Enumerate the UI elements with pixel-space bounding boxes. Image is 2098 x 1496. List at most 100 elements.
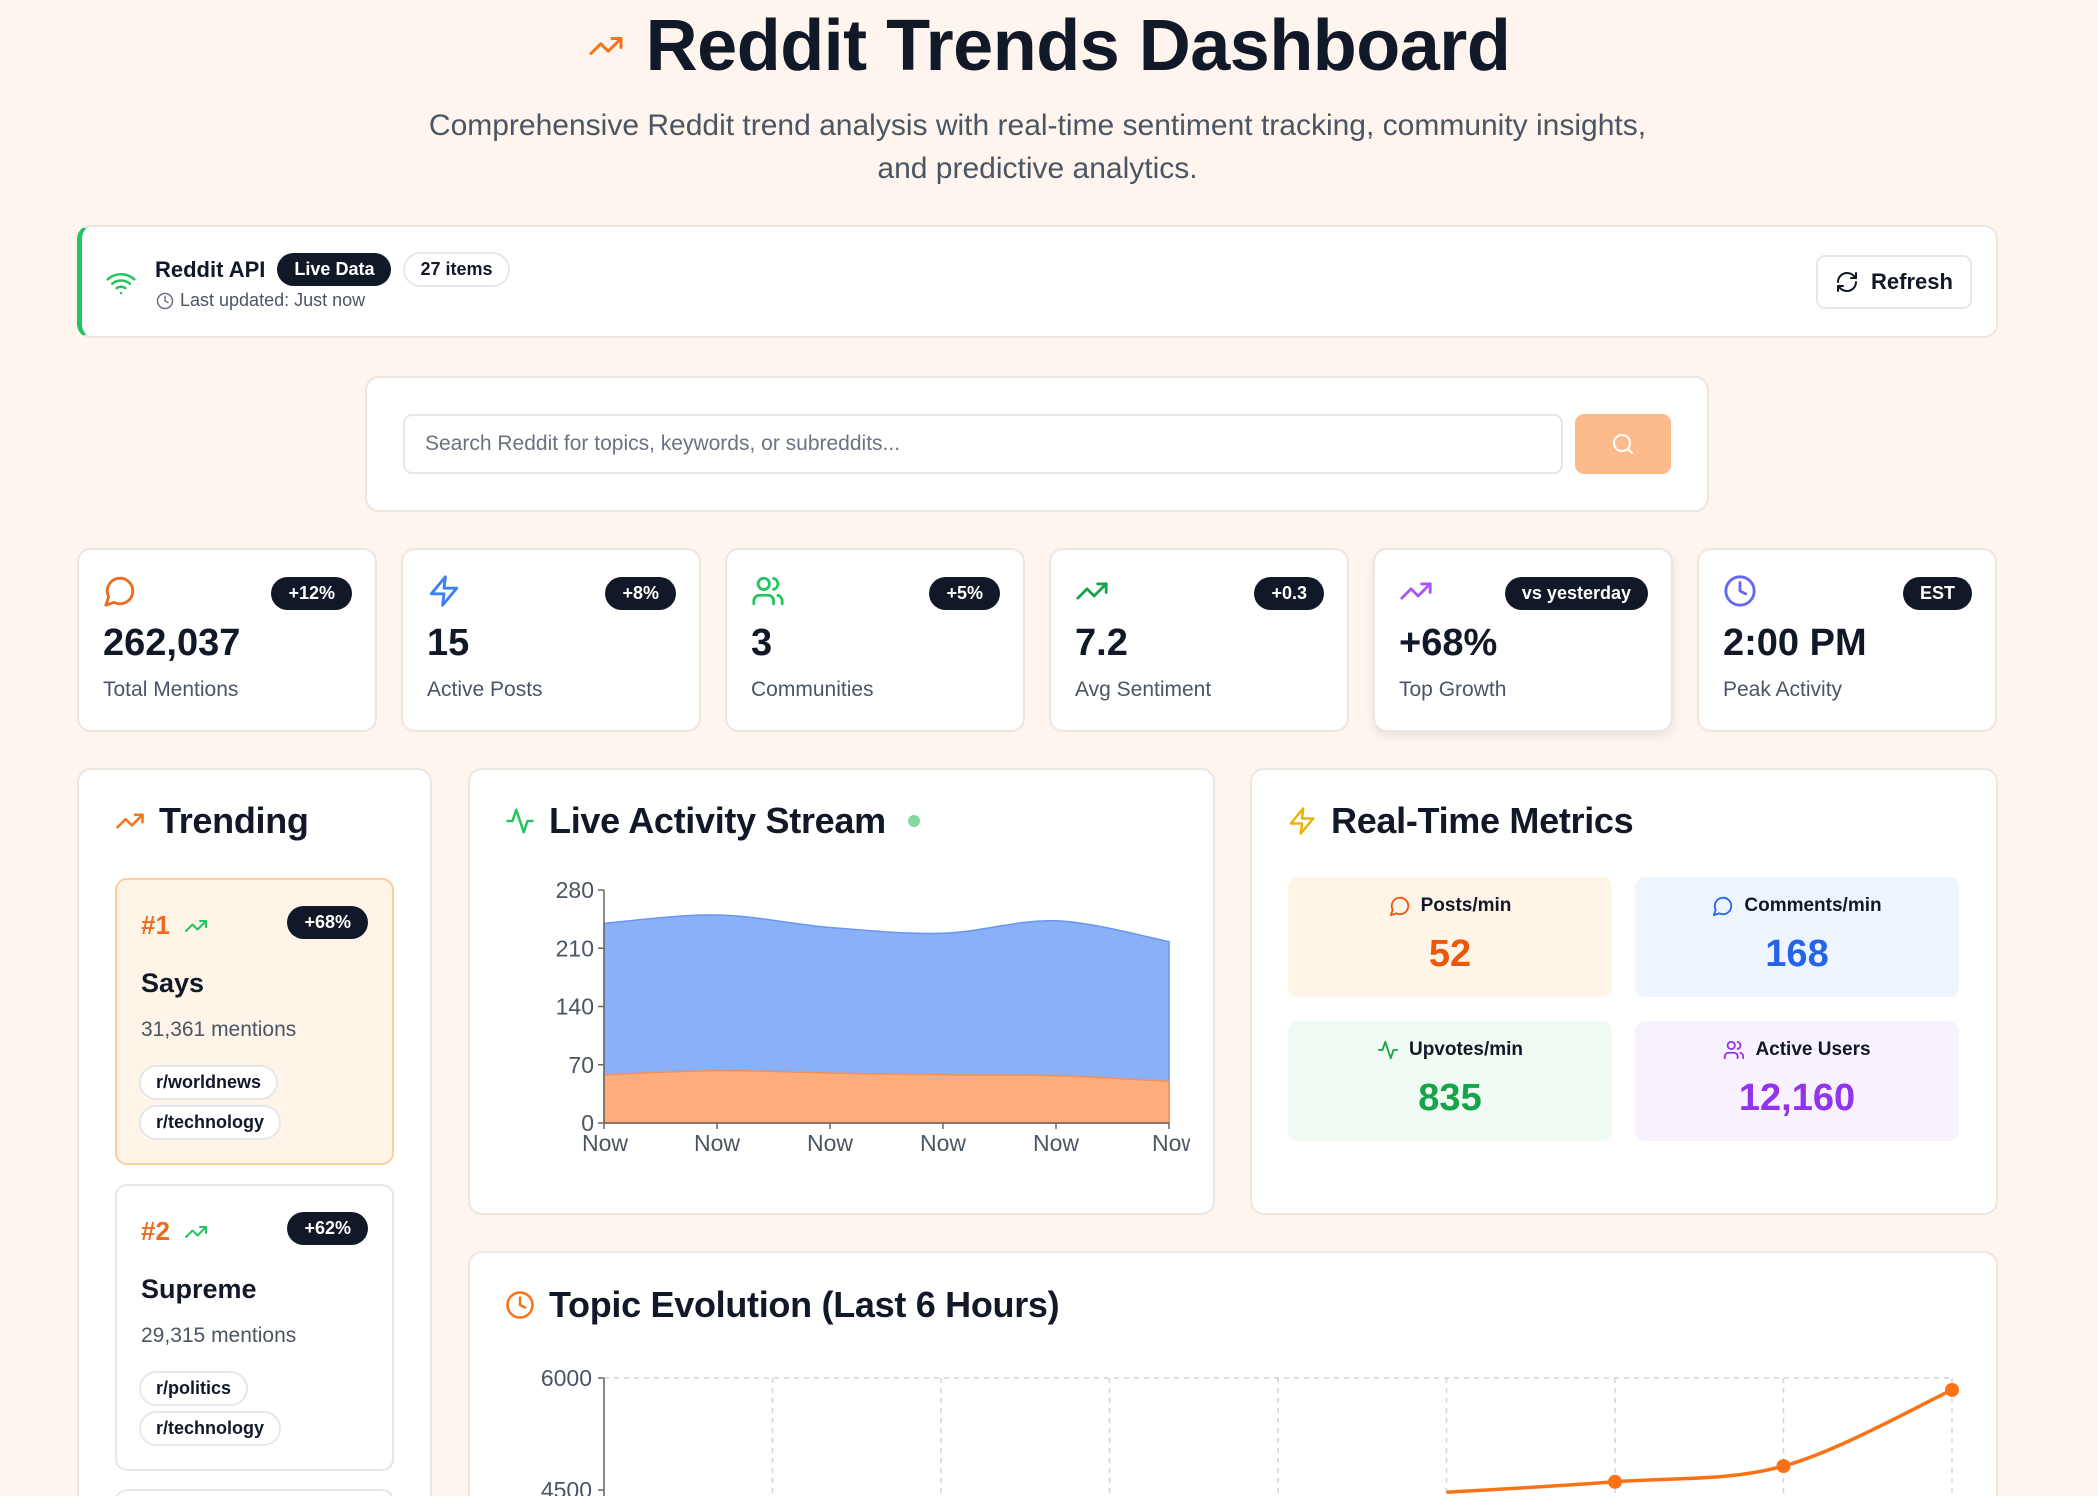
stat-badge: +12% — [271, 577, 352, 610]
trending-item[interactable]: #1 +68% Says 31,361 mentions r/worldnews… — [115, 878, 394, 1165]
zap-icon — [1289, 807, 1315, 835]
message-circle-icon — [104, 576, 135, 607]
x-tick-label: Now — [694, 1130, 740, 1156]
stat-badge: +5% — [929, 577, 1000, 610]
stat-card-communities: +5% 3 Communities — [725, 548, 1025, 732]
subreddit-tag[interactable]: r/politics — [139, 1371, 249, 1406]
stat-badge: +0.3 — [1254, 577, 1324, 610]
clock-icon — [1724, 575, 1756, 607]
refresh-icon — [1837, 272, 1858, 292]
trending-up-icon — [185, 1226, 207, 1238]
x-tick-label: Now — [582, 1130, 628, 1156]
items-count-badge: 27 items — [403, 252, 510, 287]
trending-up-icon — [1400, 582, 1432, 600]
trend-name: Supreme — [141, 1274, 257, 1304]
stat-card-avg-sentiment: +0.3 7.2 Avg Sentiment — [1049, 548, 1349, 732]
subreddit-tag[interactable]: r/worldnews — [139, 1065, 279, 1100]
trend-rank: #2 — [141, 1216, 170, 1246]
live-data-badge: Live Data — [277, 253, 392, 286]
stat-label: Active Posts — [427, 678, 543, 701]
stat-value: 3 — [751, 622, 773, 664]
metric-active-users: Active Users 12,160 — [1635, 1021, 1959, 1141]
trending-title: Trending — [159, 800, 309, 841]
topic-point — [1776, 1459, 1791, 1474]
last-updated: Last updated: Just now — [180, 290, 366, 310]
stat-label: Peak Activity — [1723, 678, 1843, 701]
stat-badge: +8% — [605, 577, 676, 610]
clock-icon — [156, 292, 174, 309]
topic-point — [1608, 1474, 1622, 1489]
x-tick-label: Now — [807, 1130, 853, 1156]
y-tick-label: 6000 — [541, 1365, 592, 1391]
trending-header: Trending — [115, 800, 309, 842]
subreddit-tag[interactable]: r/technology — [139, 1411, 282, 1446]
topic-evolution-header: Topic Evolution (Last 6 Hours) — [505, 1284, 1060, 1326]
stat-label: Total Mentions — [103, 678, 239, 701]
x-tick-label: Now — [1033, 1130, 1079, 1156]
wifi-icon — [106, 273, 136, 295]
activity-icon — [506, 808, 534, 834]
y-tick-label: 280 — [556, 877, 594, 903]
metric-upvotes-per-min: Upvotes/min 835 — [1288, 1021, 1612, 1141]
page-title: Reddit Trends Dashboard — [645, 6, 1511, 86]
trend-growth-badge: +62% — [287, 1212, 368, 1245]
metric-label: Upvotes/min — [1408, 1039, 1524, 1060]
x-tick-label: Now — [1152, 1130, 1190, 1156]
zap-icon — [429, 575, 459, 607]
trending-item[interactable] — [115, 1489, 394, 1496]
y-tick-label: 140 — [556, 994, 594, 1020]
metric-label: Comments/min — [1744, 895, 1882, 916]
stat-label: Communities — [751, 678, 874, 701]
stat-label: Top Growth — [1399, 678, 1507, 701]
clock-icon — [506, 1291, 534, 1319]
trending-up-icon — [589, 37, 623, 55]
subreddit-tag[interactable]: r/technology — [139, 1105, 282, 1140]
trending-item[interactable]: #2 +62% Supreme 29,315 mentions r/politi… — [115, 1184, 394, 1471]
y-tick-label: 210 — [556, 935, 594, 961]
metric-value: 12,160 — [1738, 1077, 1856, 1119]
metric-label: Posts/min — [1420, 895, 1512, 916]
page-subtitle: Comprehensive Reddit trend analysis with… — [428, 109, 1647, 185]
y-tick-label: 4500 — [541, 1477, 592, 1496]
message-circle-icon — [1713, 896, 1733, 917]
stat-card-peak-activity: EST 2:00 PM Peak Activity — [1697, 548, 1997, 732]
stat-badge: EST — [1902, 577, 1972, 610]
live-activity-chart: 070140210280Now Now Now Now Now Now — [556, 877, 1190, 1156]
metric-value: 168 — [1765, 933, 1829, 975]
live-indicator-dot — [907, 815, 920, 827]
stat-card-active-posts: +8% 15 Active Posts — [401, 548, 701, 732]
live-activity-header: Live Activity Stream — [505, 800, 920, 842]
stat-value: +68% — [1399, 622, 1498, 664]
metric-value: 52 — [1428, 933, 1472, 975]
metric-posts-per-min: Posts/min 52 — [1288, 877, 1612, 997]
stat-value: 15 — [427, 622, 470, 664]
stat-badge: vs yesterday — [1504, 577, 1648, 610]
activity-icon — [1377, 1040, 1399, 1060]
stat-value: 2:00 PM — [1723, 622, 1867, 664]
search-input[interactable]: Search Reddit for topics, keywords, or s… — [403, 414, 1563, 474]
trending-up-icon — [1076, 582, 1108, 600]
source-name: Reddit API — [155, 256, 266, 282]
topic-evolution-chart: 6000 4500 — [541, 1365, 1959, 1496]
trend-mentions: 29,315 mentions — [141, 1324, 297, 1347]
metric-label: Active Users — [1755, 1039, 1871, 1060]
topic-evolution-title: Topic Evolution (Last 6 Hours) — [549, 1284, 1060, 1325]
message-circle-icon — [1389, 896, 1409, 917]
live-activity-title: Live Activity Stream — [549, 800, 886, 841]
refresh-button[interactable]: Refresh — [1816, 255, 1972, 309]
page-header: Reddit Trends Dashboard — [0, 6, 2098, 86]
users-icon — [1724, 1040, 1745, 1060]
search-button[interactable] — [1575, 414, 1671, 474]
search-icon — [1613, 434, 1633, 454]
trend-name: Says — [141, 968, 205, 998]
trend-mentions: 31,361 mentions — [141, 1018, 297, 1041]
stat-card-top-growth: vs yesterday +68% Top Growth — [1373, 548, 1673, 732]
realtime-metrics-header: Real-Time Metrics — [1287, 800, 1634, 842]
x-tick-label: Now — [920, 1130, 966, 1156]
trending-up-icon — [116, 813, 144, 829]
trending-up-icon — [185, 920, 207, 932]
refresh-label: Refresh — [1871, 269, 1953, 294]
topic-point — [1945, 1382, 1959, 1397]
realtime-metrics-title: Real-Time Metrics — [1331, 800, 1634, 841]
trend-growth-badge: +68% — [287, 906, 368, 939]
